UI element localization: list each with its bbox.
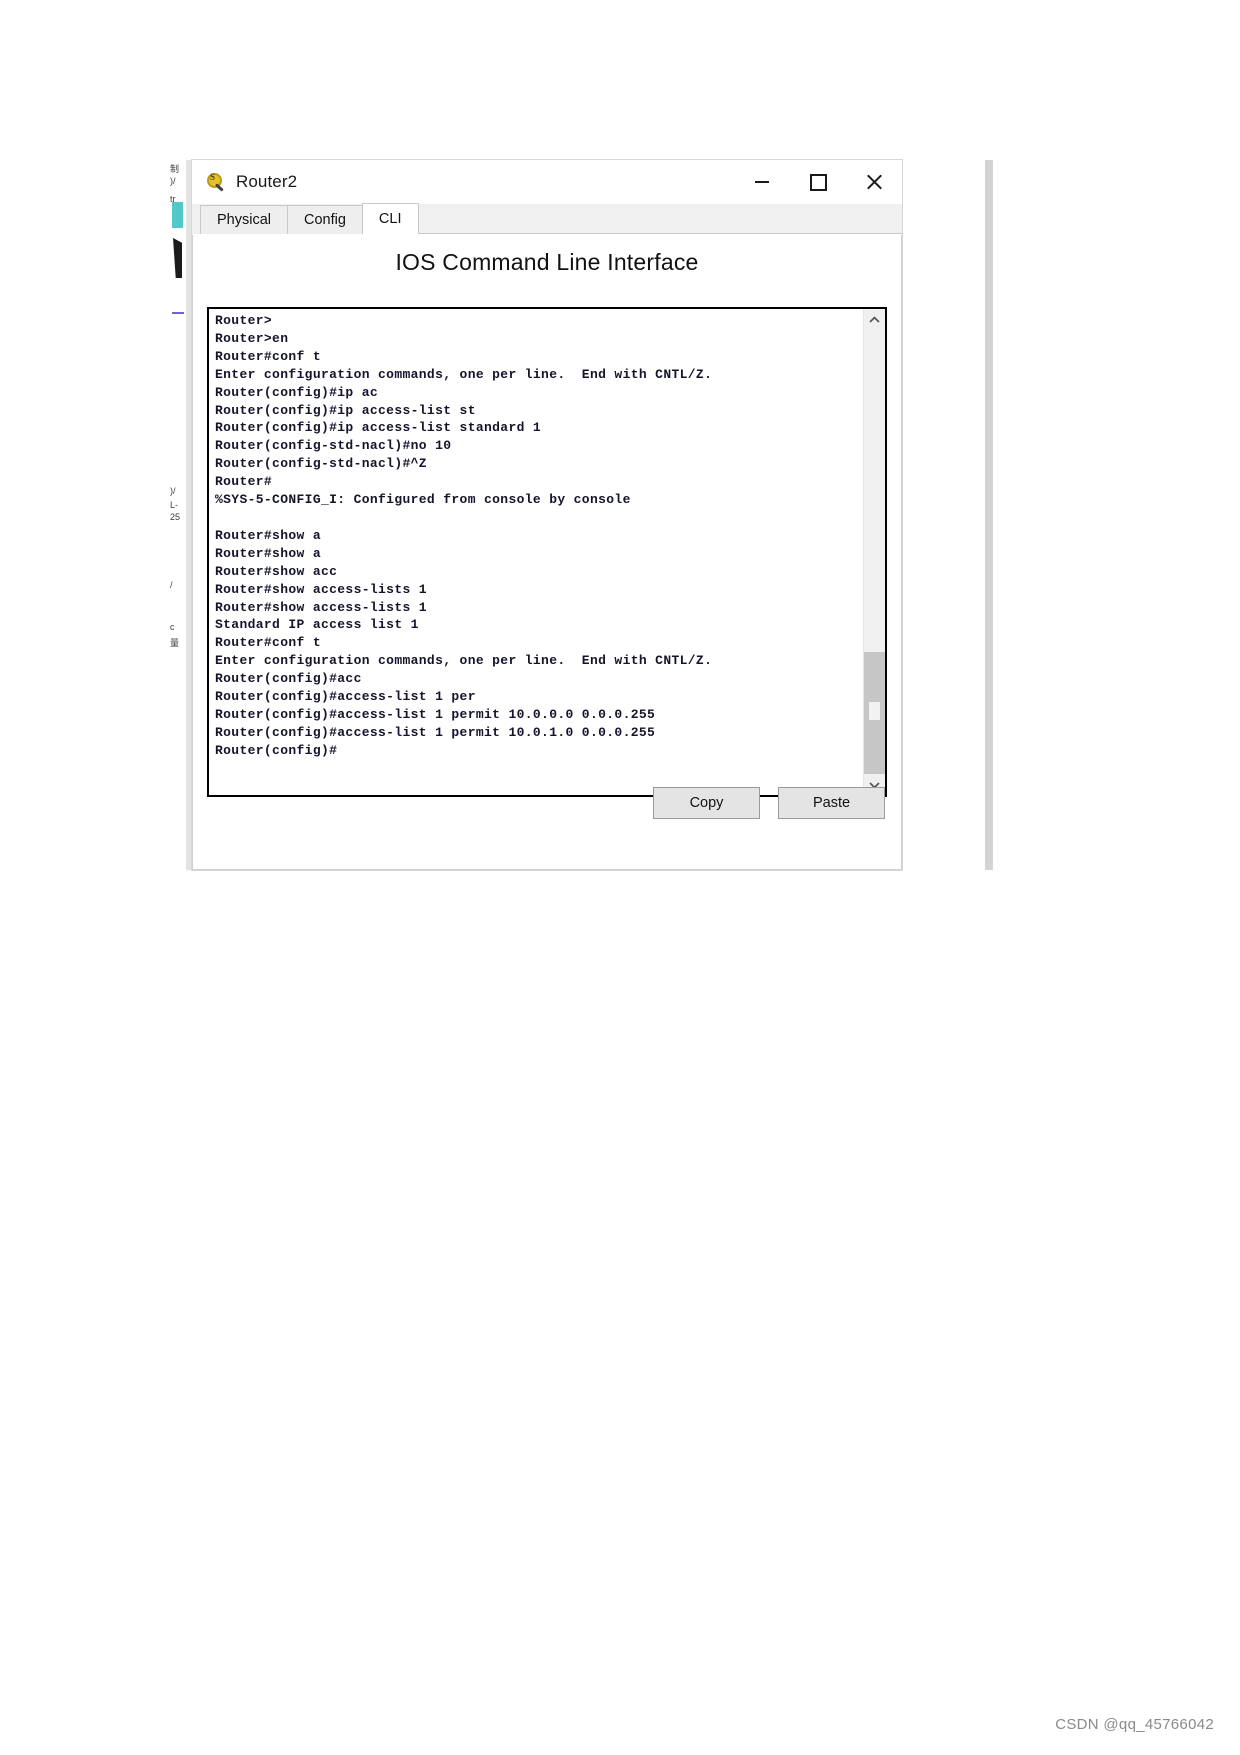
chevron-up-icon [869, 315, 880, 323]
terminal-line: Router#show a [215, 545, 321, 561]
scan-teal-block [172, 202, 183, 228]
cli-panel: IOS Command Line Interface Router> Router… [192, 235, 902, 870]
page-right-edge [985, 160, 993, 870]
scan-text-6: 25 [170, 512, 181, 522]
scan-text-2: tr [170, 194, 176, 204]
scan-text-9: 量 [170, 638, 180, 648]
terminal-line: Router(config)# [215, 742, 338, 758]
terminal-line: Router#show acc [215, 563, 338, 579]
window-title: Router2 [236, 172, 298, 191]
action-button-row: Copy Paste [653, 787, 885, 819]
terminal-output[interactable]: Router> Router>en Router#conf t Enter confi… [209, 309, 863, 795]
scan-purple-line [172, 312, 184, 314]
tab-cli-label: CLI [378, 211, 402, 227]
router-magnifier-icon: S [206, 172, 226, 192]
terminal-scrollbar[interactable] [863, 309, 885, 795]
scrollbar-track[interactable] [864, 330, 885, 774]
copy-button[interactable]: Copy [653, 787, 760, 819]
close-button[interactable] [846, 160, 902, 204]
scan-text-1: )/ [170, 176, 176, 186]
minimize-icon [755, 181, 769, 183]
terminal-line: Router(config)#ip ac [215, 384, 379, 400]
terminal-line: Router> [215, 313, 273, 328]
terminal-line: Router(config)#ip access-list standard 1 [215, 420, 542, 436]
scrollbar-up-button[interactable] [864, 309, 885, 330]
terminal-line: Router#conf t [215, 348, 321, 364]
tab-physical-label: Physical [217, 212, 271, 228]
terminal-line: Router#conf t [215, 635, 321, 651]
terminal-line: Router#show a [215, 527, 321, 543]
close-icon [866, 174, 882, 190]
scan-text-0: 制 [170, 164, 180, 174]
window-titlebar[interactable]: S Router2 [192, 160, 902, 204]
tab-config[interactable]: Config [287, 205, 363, 234]
tab-bar: Physical Config CLI [192, 203, 902, 235]
paste-button[interactable]: Paste [778, 787, 885, 819]
terminal-container: Router> Router>en Router#conf t Enter confi… [207, 307, 887, 797]
scan-text-7: / [170, 580, 173, 590]
terminal-line: Router(config)#ip access-list st [215, 402, 476, 418]
scan-dark-block [173, 238, 182, 278]
terminal-line: Standard IP access list 1 [215, 617, 419, 633]
tab-cli[interactable]: CLI [361, 203, 419, 234]
maximize-icon [809, 173, 827, 191]
terminal-line: Router#show access-lists 1 [215, 581, 427, 597]
terminal-line: Router>en [215, 330, 289, 346]
maximize-button[interactable] [790, 160, 846, 204]
terminal-line: Enter configuration commands, one per li… [215, 366, 713, 382]
scrollbar-thumb[interactable] [864, 652, 885, 774]
panel-heading: IOS Command Line Interface [395, 249, 699, 275]
tab-filler [417, 204, 902, 234]
terminal-line: Router# [215, 474, 273, 490]
terminal-line: Router(config)#access-list 1 per [215, 689, 476, 705]
terminal-line: Router(config)#acc [215, 671, 362, 687]
scan-text-4: )/ [170, 486, 176, 496]
terminal-line: Router(config)#access-list 1 permit 10.0… [215, 724, 656, 740]
tab-config-label: Config [304, 212, 346, 228]
terminal-line: Router(config)#access-list 1 permit 10.0… [215, 706, 656, 722]
terminal-line: Enter configuration commands, one per li… [215, 653, 713, 669]
scan-text-8: c [170, 622, 175, 632]
scrollbar-thumb-grip [869, 702, 880, 720]
terminal-line: %SYS-5-CONFIG_I: Configured from console… [215, 492, 631, 508]
minimize-button[interactable] [734, 160, 790, 204]
router-cli-window: S Router2 Physical Config CLI IOS Comman… [192, 160, 902, 870]
terminal-line: Router(config-std-nacl)#no 10 [215, 438, 452, 454]
terminal-line: Router#show access-lists 1 [215, 599, 427, 615]
terminal-line: Router(config-std-nacl)#^Z [215, 456, 427, 472]
scan-text-5: L- [170, 500, 179, 510]
watermark-text: CSDN @qq_45766042 [1055, 1716, 1214, 1733]
tab-physical[interactable]: Physical [200, 205, 288, 234]
window-controls [734, 160, 902, 204]
